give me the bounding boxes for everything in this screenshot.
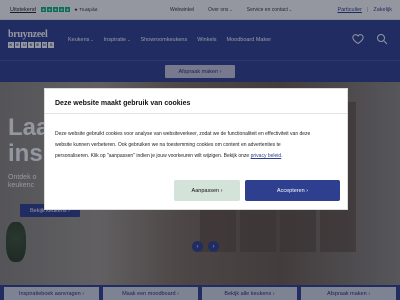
cookie-consent-modal: Deze website maakt gebruik van cookies D… — [44, 88, 348, 210]
body-text: personaliseren. Klik op "aanpassen" indi… — [55, 151, 341, 162]
body-text: website kunnen verbeteren. Ook gebruiken… — [55, 142, 281, 148]
modal-title: Deze website maakt gebruik van cookies — [55, 100, 191, 107]
body-text: Deze website gebruikt cookies voor analy… — [55, 131, 311, 137]
accepteren-button[interactable]: Accepteren › — [245, 180, 340, 201]
body-text-segment: . — [281, 153, 283, 159]
modal-body: Deze website gebruikt cookies voor analy… — [55, 129, 341, 162]
aanpassen-button[interactable]: Aanpassen › — [174, 180, 240, 201]
divider — [45, 113, 347, 114]
privacy-policy-link[interactable]: privacy beleid — [251, 153, 282, 159]
body-text-segment: personaliseren. Klik op "aanpassen" indi… — [55, 153, 251, 159]
